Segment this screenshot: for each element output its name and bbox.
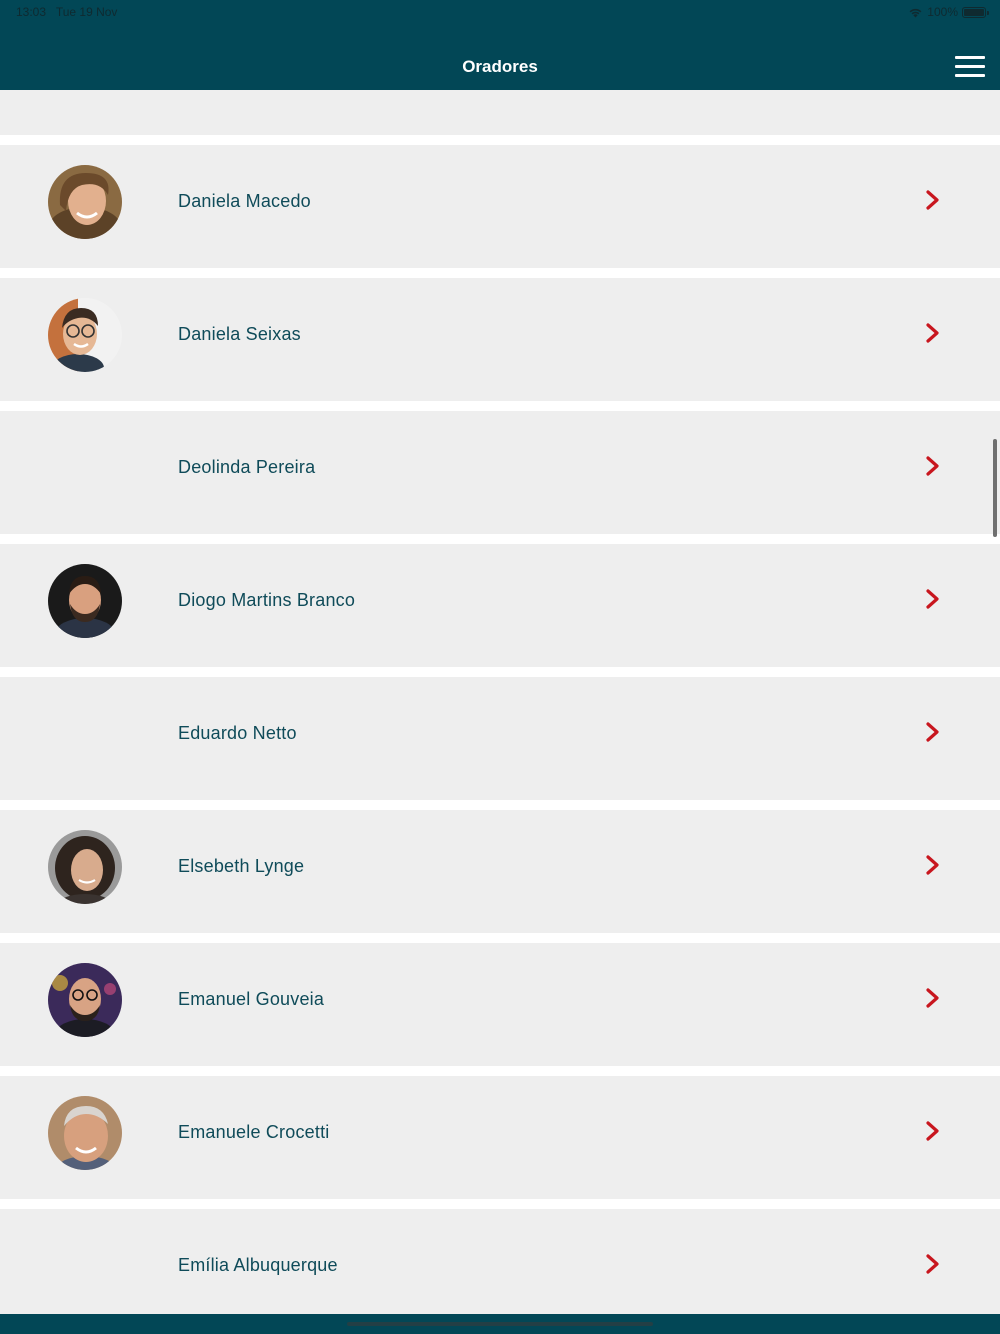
speaker-row-diogo-martins-branco[interactable]: Diogo Martins Branco [0,544,1000,667]
speaker-name: Emanuele Crocetti [178,1122,330,1142]
chevron-right-icon [926,190,939,210]
status-time: 13:03 Tue 19 Nov [16,5,117,19]
speaker-row-eduardo-netto[interactable]: Eduardo Netto [0,677,1000,800]
status-clock: 13:03 [16,5,47,19]
chevron-right-icon [926,855,939,875]
speaker-row-elsebeth-lynge[interactable]: Elsebeth Lynge [0,810,1000,933]
speaker-name: Eduardo Netto [178,723,297,743]
battery-percent: 100% [927,5,958,19]
bottom-bar [0,1314,1000,1334]
page-title: Oradores [462,57,538,76]
chevron-right-icon [926,988,939,1008]
list-top-spacer [0,90,1000,135]
speaker-row-daniela-seixas[interactable]: Daniela Seixas [0,278,1000,401]
speaker-name: Daniela Macedo [178,191,311,211]
speaker-row-deolinda-pereira[interactable]: Deolinda Pereira [0,411,1000,534]
speaker-avatar [48,564,122,638]
chevron-right-icon [926,1121,939,1141]
speaker-avatar [48,298,122,372]
speaker-avatar [48,1096,122,1170]
speaker-name: Diogo Martins Branco [178,590,356,610]
chevron-right-icon [926,456,939,476]
battery-icon [962,6,989,18]
chevron-right-icon [926,722,939,742]
status-date: Tue 19 Nov [55,5,118,19]
speaker-avatar [48,830,122,904]
speaker-name: Elsebeth Lynge [178,856,305,876]
speaker-list[interactable]: Daniela Macedo Daniela Seixas Deolinda P… [0,90,1000,1314]
speaker-name: Deolinda Pereira [178,457,316,477]
home-indicator[interactable] [347,1322,653,1326]
speaker-avatar [48,165,122,239]
speaker-name: Emanuel Gouveia [178,989,325,1009]
status-indicators: 100% [908,4,989,20]
speaker-avatar [48,963,122,1037]
speaker-name: Emília Albuquerque [178,1255,338,1275]
speaker-name: Daniela Seixas [178,324,301,344]
speaker-row-daniela-macedo[interactable]: Daniela Macedo [0,145,1000,268]
wifi-icon [909,8,922,17]
scrollbar[interactable] [993,439,997,537]
chevron-right-icon [926,589,939,609]
speaker-row-emilia-albuquerque[interactable]: Emília Albuquerque [0,1209,1000,1314]
app-header: 13:03 Tue 19 Nov 100% Oradores [0,0,1000,90]
speaker-row-emanuele-crocetti[interactable]: Emanuele Crocetti [0,1076,1000,1199]
hamburger-menu-icon[interactable] [955,56,985,77]
speaker-row-emanuel-gouveia[interactable]: Emanuel Gouveia [0,943,1000,1066]
chevron-right-icon [926,323,939,343]
chevron-right-icon [926,1254,939,1274]
